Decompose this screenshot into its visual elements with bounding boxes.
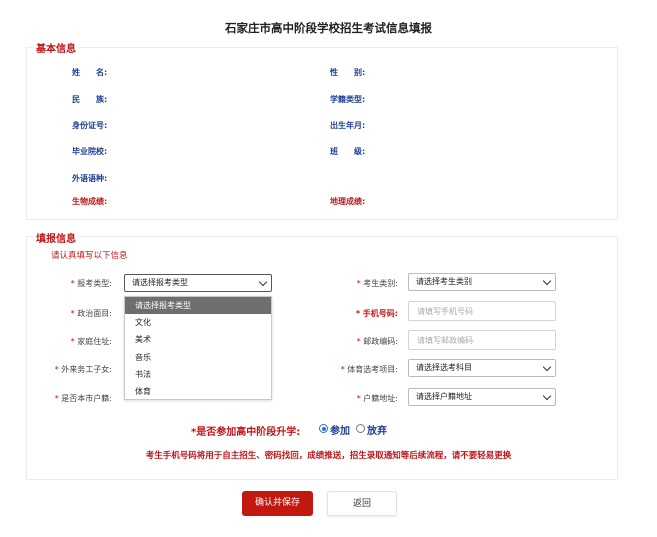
basic-info-section <box>26 47 618 220</box>
postal-code-label: * 邮政编码: <box>356 337 398 346</box>
hukou-address-label: * 户籍地址: <box>356 394 398 403</box>
basic-info-heading: 基本信息 <box>34 40 78 55</box>
exam-type-option[interactable]: 请选择报考类型 <box>125 297 271 315</box>
language-label: 外语语种: <box>72 174 108 183</box>
pe-item-select[interactable]: 请选择选考科目 <box>408 359 556 377</box>
ethnicity-label: 民 族: <box>72 95 108 104</box>
exam-type-option[interactable]: 音乐 <box>125 349 271 366</box>
fill-info-hint: 请认真填写以下信息 <box>51 251 128 261</box>
pe-item-label: * 体育选考项目: <box>340 365 398 374</box>
promotion-yes-radio[interactable] <box>319 424 328 433</box>
postal-code-input[interactable] <box>408 330 556 350</box>
chevron-down-icon <box>542 391 552 401</box>
roll-type-label: 学籍类型: <box>330 95 366 104</box>
candidate-category-label: * 考生类别: <box>356 279 398 288</box>
page-title: 石家庄市高中阶段学校招生考试信息填报 <box>225 21 432 35</box>
promotion-no-label[interactable]: 放弃 <box>367 422 387 437</box>
exam-type-option[interactable]: 体育 <box>125 383 271 400</box>
class-label: 班 级: <box>330 147 366 156</box>
exam-type-label: * 报考类型: <box>70 279 112 288</box>
migrant-child-label: * 外来务工子女: <box>54 365 112 374</box>
birth-date-label: 出生年月: <box>330 121 366 130</box>
fill-info-heading: 填报信息 <box>34 230 78 245</box>
phone-label: * 手机号码: <box>355 309 398 318</box>
promotion-yes-label[interactable]: 参加 <box>330 422 350 437</box>
phone-input[interactable] <box>408 301 556 321</box>
id-number-label: 身份证号: <box>72 121 108 130</box>
exam-type-option[interactable]: 书法 <box>125 366 271 383</box>
name-label: 姓 名: <box>72 68 108 77</box>
biology-score-label: 生物成绩: <box>72 197 108 206</box>
exam-type-dropdown: 请选择报考类型 文化 美术 音乐 书法 体育 <box>124 296 272 400</box>
chevron-down-icon <box>542 362 552 372</box>
school-label: 毕业院校: <box>72 147 108 156</box>
chevron-down-icon <box>258 277 268 287</box>
promotion-no-radio[interactable] <box>356 424 365 433</box>
home-address-label: * 家庭住址: <box>70 337 112 346</box>
exam-type-option[interactable]: 美术 <box>125 331 271 348</box>
chevron-down-icon <box>542 276 552 286</box>
hukou-address-select[interactable]: 请选择户籍地址 <box>408 388 556 406</box>
back-button[interactable]: 返回 <box>327 491 397 516</box>
geography-score-label: 地理成绩: <box>330 197 366 206</box>
promotion-question: *是否参加高中阶段升学: <box>191 427 301 438</box>
gender-label: 性 别: <box>330 68 366 77</box>
phone-warning: 考生手机号码将用于自主招生、密码找回，成绩推送，招生录取通知等后续流程，请不要轻… <box>145 451 512 461</box>
candidate-category-select[interactable]: 请选择考生类别 <box>408 273 556 291</box>
exam-type-option[interactable]: 文化 <box>125 314 271 331</box>
local-hukou-label: * 是否本市户籍: <box>54 394 112 403</box>
exam-type-select[interactable]: 请选择报考类型 <box>124 274 272 292</box>
political-status-label: * 政治面目: <box>70 309 112 318</box>
save-button[interactable]: 确认并保存 <box>242 491 313 516</box>
